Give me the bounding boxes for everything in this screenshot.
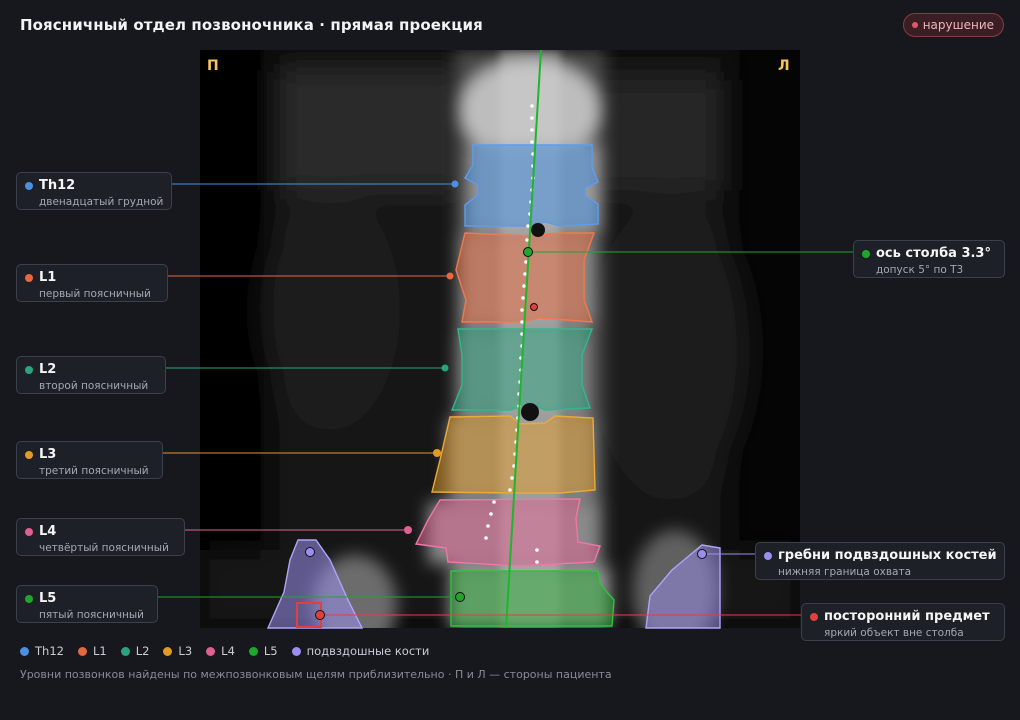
l4-dot-icon (25, 527, 33, 536)
label-spine-axis[interactable]: ось столба 3.3° допуск 5° по Т3 (853, 240, 1005, 278)
status-badge-label: нарушение (922, 18, 994, 32)
legend-item-th12[interactable]: Th12 (20, 644, 64, 658)
l5-dot-icon (25, 594, 33, 603)
th12-dot-icon (25, 181, 33, 190)
axis-dot-icon (862, 249, 870, 258)
legend-dot-icon (77, 646, 87, 656)
l2-dot-icon (25, 365, 33, 374)
legend-dot-icon (163, 646, 173, 656)
label-l3[interactable]: L3 третий поясничный (16, 441, 163, 479)
l1-dot-icon (25, 273, 33, 282)
label-foreign-object[interactable]: посторонний предмет яркий объект вне сто… (801, 603, 1005, 641)
label-l4[interactable]: L4 четвёртый поясничный (16, 518, 185, 556)
page-title: Поясничный отдел позвоночника · прямая п… (20, 16, 483, 34)
xray-canvas (200, 50, 800, 628)
legend-item-l4[interactable]: L4 (206, 644, 235, 658)
status-badge: нарушение (902, 13, 1004, 37)
l3-dot-icon (25, 450, 33, 459)
legend: Th12 L1 L2 L3 L4 L5 подвздошные кости (20, 644, 429, 658)
alert-dot-icon (911, 22, 918, 28)
foreign-dot-icon (810, 612, 818, 621)
legend-dot-icon (20, 646, 29, 656)
footnote: Уровни позвонков найдены по межпозвонков… (20, 668, 612, 681)
legend-item-l3[interactable]: L3 (163, 644, 192, 658)
label-th12[interactable]: Th12 двенадцатый грудной (16, 172, 172, 210)
legend-dot-icon (248, 646, 258, 656)
legend-item-l2[interactable]: L2 (120, 644, 149, 658)
xray-image (200, 50, 800, 628)
label-l5[interactable]: L5 пятый поясничный (16, 585, 158, 623)
side-marker-right: П (207, 58, 219, 74)
legend-item-iliac[interactable]: подвздошные кости (291, 644, 429, 658)
iliac-dot-icon (764, 551, 772, 560)
legend-dot-icon (120, 646, 130, 656)
side-marker-left: Л (778, 58, 790, 74)
legend-item-l5[interactable]: L5 (248, 644, 278, 658)
legend-item-l1[interactable]: L1 (77, 644, 107, 658)
label-l1[interactable]: L1 первый поясничный (16, 264, 168, 302)
label-l2[interactable]: L2 второй поясничный (16, 356, 166, 394)
legend-dot-icon (291, 646, 301, 656)
label-iliac-crests[interactable]: гребни подвздошных костей нижняя граница… (755, 542, 1005, 580)
legend-dot-icon (206, 646, 216, 656)
